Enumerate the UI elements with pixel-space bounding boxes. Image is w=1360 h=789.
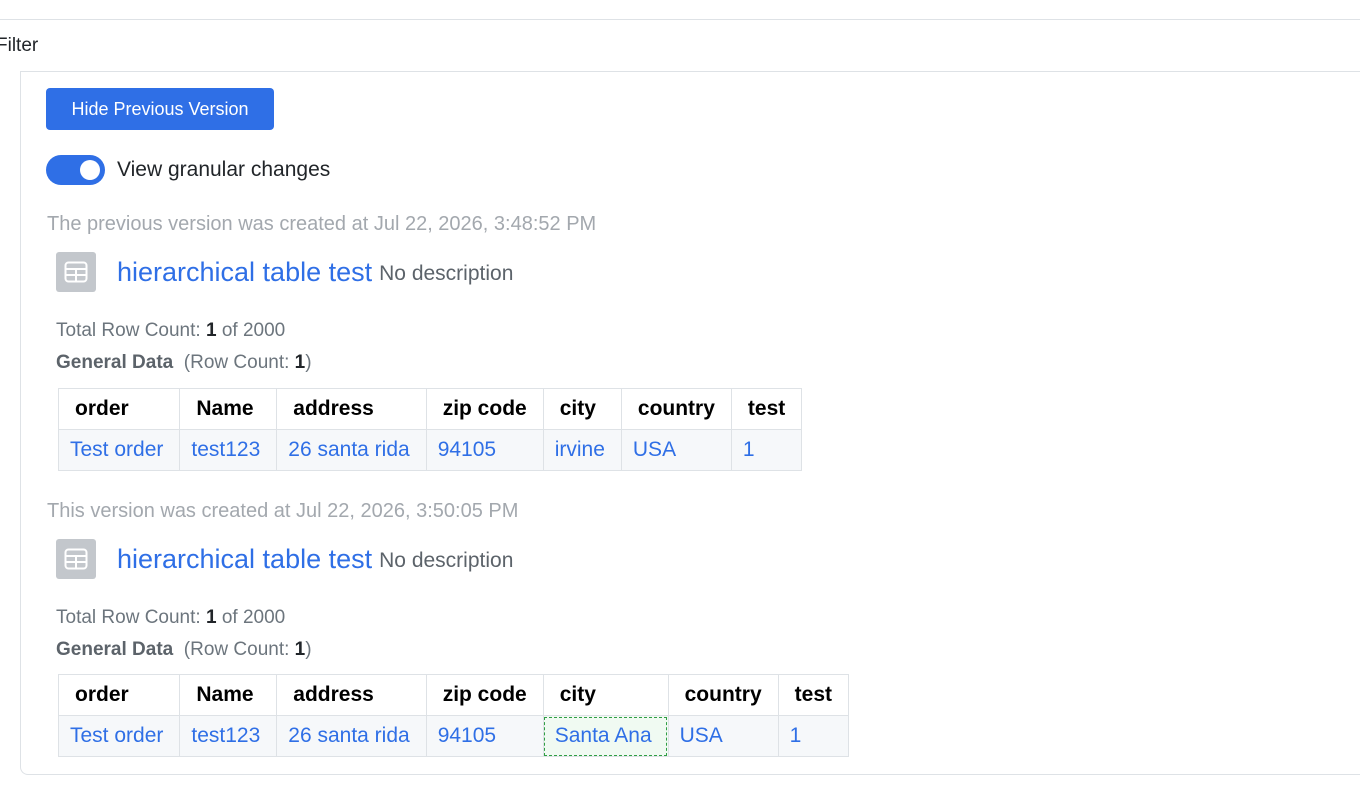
cell-address[interactable]: 26 santa rida bbox=[276, 715, 427, 757]
cell-order[interactable]: Test order bbox=[57, 429, 181, 471]
section-count-value: 1 bbox=[294, 352, 306, 373]
current-total-row-count: Total Row Count: 1 of 2000 bbox=[56, 607, 285, 629]
rowcount-suffix: of 2000 bbox=[216, 320, 286, 341]
column-header-order: order bbox=[57, 388, 181, 430]
current-table-title-link[interactable]: hierarchical table test bbox=[117, 544, 372, 575]
previous-section-heading: General Data (Row Count: 1) bbox=[56, 352, 312, 374]
table-icon bbox=[56, 252, 96, 292]
previous-table-title-link[interactable]: hierarchical table test bbox=[117, 257, 372, 288]
rowcount-prefix: Total Row Count: bbox=[56, 607, 206, 628]
rowcount-suffix: of 2000 bbox=[216, 607, 286, 628]
top-divider bbox=[0, 19, 1360, 20]
current-version-note: This version was created at Jul 22, 2026… bbox=[47, 500, 519, 522]
table-header-row: order Name address zip code city country… bbox=[57, 388, 803, 430]
column-header-name: Name bbox=[179, 674, 278, 716]
section-count-suffix: ) bbox=[305, 639, 312, 660]
rowcount-value: 1 bbox=[205, 320, 217, 341]
cell-country[interactable]: USA bbox=[620, 429, 732, 471]
previous-total-row-count: Total Row Count: 1 of 2000 bbox=[56, 320, 285, 342]
table-header-row: order Name address zip code city country… bbox=[57, 674, 850, 716]
toggle-knob bbox=[80, 160, 100, 180]
cell-zip-code[interactable]: 94105 bbox=[425, 715, 544, 757]
rowcount-value: 1 bbox=[205, 607, 217, 628]
column-header-country: country bbox=[667, 674, 779, 716]
table-row: Test order test123 26 santa rida 94105 i… bbox=[57, 429, 803, 471]
granular-changes-toggle-row: View granular changes bbox=[46, 155, 330, 185]
previous-data-table: order Name address zip code city country… bbox=[57, 388, 803, 471]
table-icon bbox=[56, 539, 96, 579]
current-section-heading: General Data (Row Count: 1) bbox=[56, 639, 312, 661]
previous-table-description: No description bbox=[379, 262, 514, 285]
column-header-test: test bbox=[730, 388, 803, 430]
section-count-value: 1 bbox=[294, 639, 306, 660]
section-count-prefix: (Row Count: bbox=[183, 352, 295, 373]
column-header-order: order bbox=[57, 674, 181, 716]
cell-country[interactable]: USA bbox=[667, 715, 779, 757]
column-header-zip-code: zip code bbox=[425, 674, 544, 716]
column-header-name: Name bbox=[179, 388, 278, 430]
table-row: Test order test123 26 santa rida 94105 S… bbox=[57, 715, 850, 757]
cell-address[interactable]: 26 santa rida bbox=[276, 429, 427, 471]
rowcount-prefix: Total Row Count: bbox=[56, 320, 206, 341]
section-count-prefix: (Row Count: bbox=[183, 639, 295, 660]
section-title: General Data bbox=[56, 639, 174, 660]
column-header-country: country bbox=[620, 388, 732, 430]
current-table-description: No description bbox=[379, 549, 514, 572]
current-data-table: order Name address zip code city country… bbox=[57, 674, 850, 757]
filter-label[interactable]: Filter bbox=[0, 35, 38, 57]
cell-order[interactable]: Test order bbox=[57, 715, 181, 757]
current-title-row: hierarchical table test No description bbox=[56, 539, 513, 579]
granular-changes-toggle[interactable] bbox=[46, 155, 105, 185]
column-header-city: city bbox=[542, 674, 669, 716]
section-title: General Data bbox=[56, 352, 174, 373]
cell-city[interactable]: irvine bbox=[542, 429, 622, 471]
column-header-test: test bbox=[777, 674, 850, 716]
column-header-address: address bbox=[276, 388, 427, 430]
cell-name[interactable]: test123 bbox=[179, 715, 278, 757]
toggle-label: View granular changes bbox=[117, 158, 331, 181]
cell-city-changed[interactable]: Santa Ana bbox=[542, 715, 669, 757]
cell-zip-code[interactable]: 94105 bbox=[425, 429, 544, 471]
column-header-zip-code: zip code bbox=[425, 388, 544, 430]
cell-test[interactable]: 1 bbox=[730, 429, 803, 471]
previous-title-row: hierarchical table test No description bbox=[56, 252, 513, 292]
cell-test[interactable]: 1 bbox=[777, 715, 850, 757]
column-header-city: city bbox=[542, 388, 622, 430]
previous-version-note: The previous version was created at Jul … bbox=[47, 213, 597, 235]
section-count-suffix: ) bbox=[305, 352, 312, 373]
hide-previous-version-button[interactable]: Hide Previous Version bbox=[46, 88, 274, 130]
column-header-address: address bbox=[276, 674, 427, 716]
cell-name[interactable]: test123 bbox=[179, 429, 278, 471]
